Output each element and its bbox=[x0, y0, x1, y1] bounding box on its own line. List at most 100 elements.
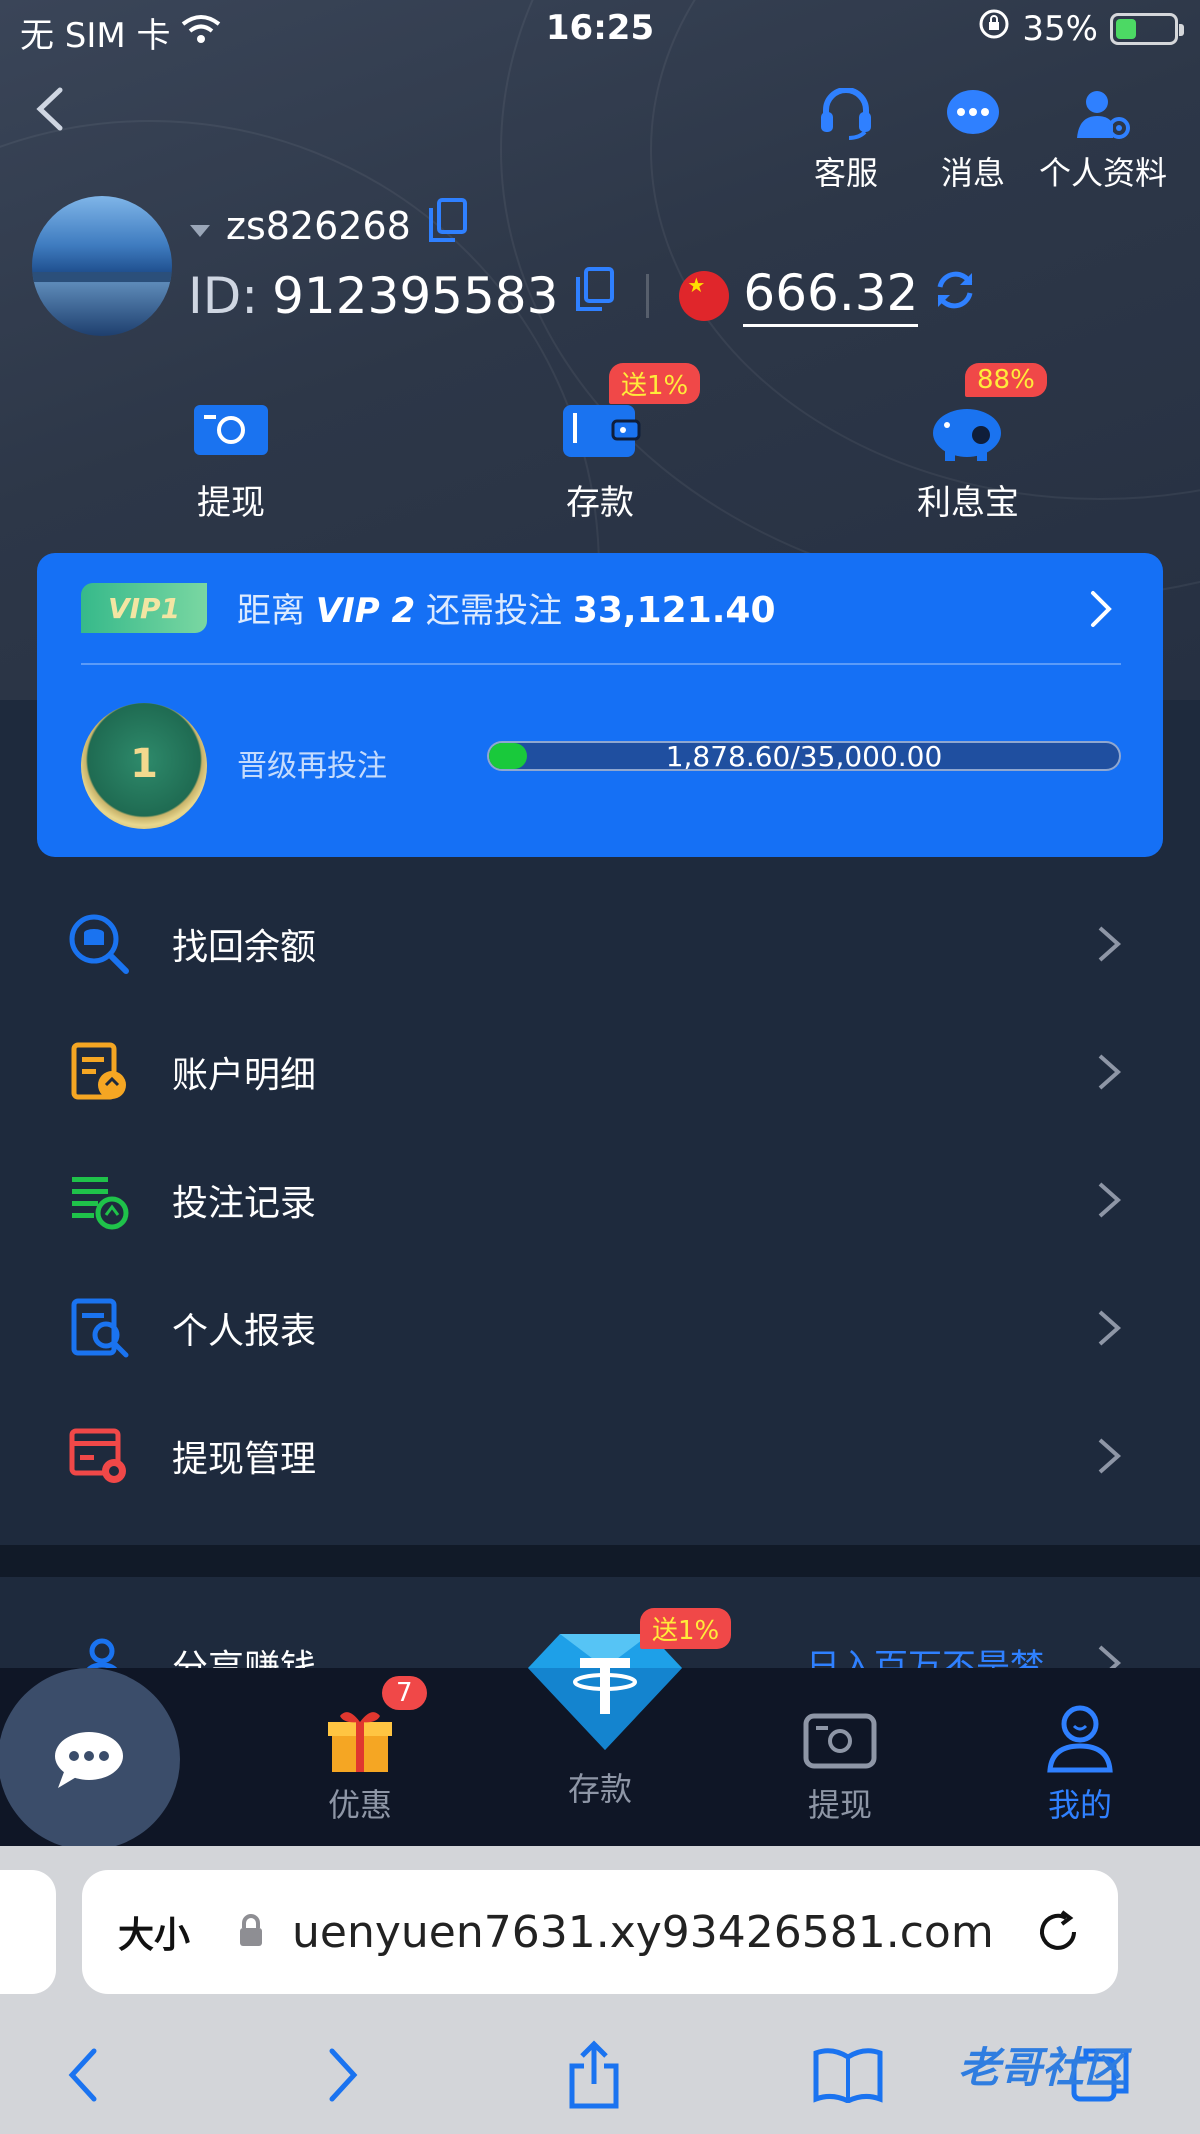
menu-item-account-details[interactable]: 账户明细 bbox=[0, 1008, 1200, 1136]
chevron-right-icon bbox=[1094, 1180, 1124, 1220]
chevron-left-icon bbox=[68, 2048, 97, 2102]
quick-withdraw-label: 提现 bbox=[197, 483, 265, 523]
share-earn-hint: 日入百万不是梦 bbox=[806, 1647, 1044, 1668]
menu-item-withdraw-management[interactable]: 提现管理 bbox=[0, 1392, 1200, 1520]
china-flag-icon bbox=[679, 270, 730, 321]
copy-username-icon[interactable] bbox=[425, 198, 469, 253]
chevron-right-icon bbox=[329, 2048, 358, 2102]
interest-rate-badge: 88% bbox=[965, 363, 1047, 397]
address-bar[interactable]: 大小 uenyuen7631.xy93426581.com bbox=[82, 1870, 1118, 1994]
chevron-right-icon bbox=[1094, 1436, 1124, 1476]
user-profile-icon bbox=[1040, 1704, 1120, 1774]
nav-deposit[interactable]: 送1% 存款 bbox=[520, 1608, 732, 1810]
browser-forward-button[interactable] bbox=[302, 2040, 382, 2110]
vip-next-level: VIP 2 bbox=[315, 591, 416, 631]
lock-icon bbox=[238, 1914, 264, 1948]
vip-divider bbox=[81, 663, 1121, 665]
profile-info-label: 个人资料 bbox=[1038, 154, 1167, 192]
interest-treasure-button[interactable]: 88% 利息宝 bbox=[878, 363, 1058, 524]
headset-icon bbox=[816, 84, 876, 144]
bookmarks-button[interactable] bbox=[808, 2040, 888, 2110]
book-icon bbox=[813, 2048, 883, 2103]
menu-label: 账户明细 bbox=[172, 1055, 317, 1096]
chevron-left-icon bbox=[36, 87, 63, 131]
share-icon bbox=[569, 2040, 619, 2109]
messages-button[interactable]: 消息 bbox=[903, 84, 1043, 194]
gift-icon: 7 bbox=[320, 1676, 427, 1774]
cash-ticket-icon bbox=[186, 395, 276, 465]
vip-distance-prefix: 距离 bbox=[237, 591, 305, 631]
profile-info-button[interactable]: 个人资料 bbox=[1033, 84, 1173, 194]
menu-item-personal-report[interactable]: 个人报表 bbox=[0, 1264, 1200, 1392]
reload-icon[interactable] bbox=[1034, 1908, 1082, 1956]
chat-bubble-icon bbox=[55, 1732, 123, 1788]
chat-bubble-icon bbox=[943, 84, 1003, 144]
live-chat-button[interactable] bbox=[0, 1668, 180, 1850]
url-text: uenyuen7631.xy93426581.com bbox=[292, 1906, 994, 1958]
nav-mine[interactable]: 我的 bbox=[1000, 1704, 1160, 1826]
tether-diamond-icon: 送1% bbox=[520, 1608, 732, 1754]
withdraw-settings-icon bbox=[68, 1425, 130, 1487]
cash-ticket-icon bbox=[800, 1704, 880, 1774]
nav-promotions-label: 优惠 bbox=[327, 1786, 392, 1824]
share-earn-label: 分享赚钱 bbox=[172, 1639, 316, 1668]
personal-report-icon bbox=[68, 1297, 130, 1359]
vip-medal-icon: 1 bbox=[81, 703, 207, 829]
chevron-right-icon bbox=[1094, 1308, 1124, 1348]
interest-treasure-label: 利息宝 bbox=[917, 483, 1019, 523]
username: zs826268 bbox=[226, 203, 411, 248]
share-user-icon bbox=[80, 1637, 124, 1668]
piggy-bank-icon: 88% bbox=[923, 363, 1047, 465]
text-size-button[interactable]: 大小 bbox=[118, 1906, 190, 1958]
chevron-right-icon bbox=[1094, 924, 1124, 964]
menu-label: 提现管理 bbox=[172, 1439, 317, 1480]
battery-status: 35% bbox=[978, 8, 1184, 49]
menu-label: 个人报表 bbox=[172, 1311, 317, 1352]
vip-medal-number: 1 bbox=[130, 741, 158, 787]
customer-service-button[interactable]: 客服 bbox=[776, 84, 916, 194]
vip-chevron-right-icon bbox=[1087, 589, 1115, 633]
search-database-icon bbox=[68, 913, 130, 975]
copy-id-icon[interactable] bbox=[572, 266, 616, 325]
vip-level-tag: VIP1 bbox=[81, 583, 207, 633]
nav-withdraw-label: 提现 bbox=[807, 1786, 872, 1824]
vip-progress-text: 1,878.60/35,000.00 bbox=[665, 740, 943, 773]
nav-mine-label: 我的 bbox=[1047, 1786, 1112, 1824]
previous-tab-preview[interactable] bbox=[0, 1870, 56, 1994]
nav-promotions[interactable]: 7 优惠 bbox=[280, 1676, 440, 1826]
vip-next-level-text: 距离 VIP 2 还需投注 33,121.40 bbox=[237, 583, 776, 632]
customer-service-label: 客服 bbox=[813, 154, 878, 192]
menu-label: 找回余额 bbox=[172, 927, 317, 968]
back-button[interactable] bbox=[30, 84, 70, 134]
battery-icon bbox=[1110, 12, 1184, 45]
id-label: ID: bbox=[188, 266, 259, 325]
wallet-balance: 666.32 bbox=[743, 264, 919, 327]
vip-card[interactable]: VIP1 距离 VIP 2 还需投注 33,121.40 1 晋级再投注 1,8… bbox=[37, 553, 1163, 857]
promotions-count-badge: 7 bbox=[382, 1676, 427, 1710]
account-details-icon bbox=[68, 1041, 130, 1103]
refresh-balance-icon[interactable] bbox=[932, 267, 978, 325]
messages-label: 消息 bbox=[940, 154, 1005, 192]
section-divider bbox=[0, 1545, 1200, 1577]
quick-deposit-button[interactable]: 送1% 存款 bbox=[510, 363, 701, 524]
orientation-lock-icon bbox=[978, 8, 1010, 49]
quick-withdraw-button[interactable]: 提现 bbox=[141, 395, 321, 524]
wallet-icon: 送1% bbox=[555, 363, 701, 465]
nav-withdraw[interactable]: 提现 bbox=[760, 1704, 920, 1826]
user-settings-icon bbox=[1073, 84, 1133, 144]
deposit-nav-bonus-badge: 送1% bbox=[640, 1608, 732, 1649]
bet-records-icon bbox=[68, 1169, 130, 1231]
browser-back-button[interactable] bbox=[44, 2040, 124, 2110]
nav-deposit-label: 存款 bbox=[567, 1770, 632, 1808]
vip-need-bet-text: 还需投注 bbox=[426, 591, 563, 631]
dropdown-caret-icon[interactable] bbox=[188, 204, 212, 248]
menu-item-recover-balance[interactable]: 找回余额 bbox=[0, 880, 1200, 1008]
share-button[interactable] bbox=[554, 2040, 634, 2110]
chevron-right-icon bbox=[1094, 1052, 1124, 1092]
avatar[interactable] bbox=[32, 196, 172, 336]
user-id: 912395583 bbox=[272, 266, 559, 325]
vip-progress-label: 晋级再投注 bbox=[237, 749, 387, 784]
username-row: zs826268 bbox=[188, 198, 469, 253]
quick-deposit-label: 存款 bbox=[566, 483, 634, 523]
menu-item-bet-records[interactable]: 投注记录 bbox=[0, 1136, 1200, 1264]
